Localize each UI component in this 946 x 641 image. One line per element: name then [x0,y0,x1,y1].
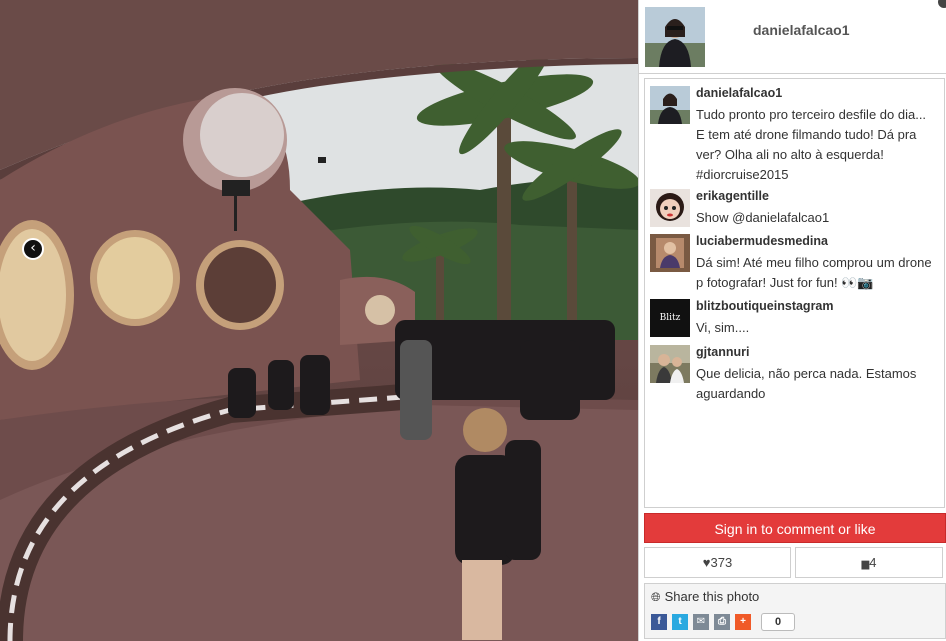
commenter-avatar[interactable]: Blitz [650,299,690,337]
twitter-icon[interactable]: t [672,614,688,630]
share-title-text: Share this photo [664,589,760,604]
comments-button[interactable]: ▆4 [795,547,943,578]
side-panel: danielafalcao1 danielafalcao1 Tudo pront… [638,0,946,641]
comment-item: luciabermudesmedina Dá sim! Até meu filh… [650,234,940,298]
heart-icon: ♥ [702,555,711,570]
photo-viewer: ‹ [0,0,638,641]
comment-item: gjtannuri Que delicia, não perca nada. E… [650,345,940,409]
commenter-avatar[interactable] [650,86,690,124]
facebook-icon[interactable]: f [651,614,667,630]
comment-text: Vi, sim.... [696,320,750,335]
share-count: 0 [761,613,795,631]
signin-button[interactable]: Sign in to comment or like [644,513,946,543]
commenter-avatar[interactable] [650,189,690,227]
commenter-avatar[interactable] [650,234,690,272]
comment-username[interactable]: danielafalcao1 [696,86,782,100]
comments-list: danielafalcao1 Tudo pronto pro terceiro … [644,78,945,508]
comment-text: Show @danielafalcao1 [696,210,830,225]
likes-count: 373 [710,555,733,570]
comment-item: Blitz blitzboutiqueinstagram Vi, sim.... [650,299,940,341]
comment-username[interactable]: blitzboutiqueinstagram [696,299,834,313]
share-title: 🌐︎ Share this photo [651,589,759,605]
comment-username[interactable]: luciabermudesmedina [696,234,828,248]
profile-avatar[interactable] [645,7,705,67]
comment-item: danielafalcao1 Tudo pronto pro terceiro … [650,86,940,186]
share-panel: 🌐︎ Share this photo f t ✉ ⎙ + 0 [644,583,946,639]
comment-item: erikagentille Show @danielafalcao1 [650,189,940,231]
comment-username[interactable]: erikagentille [696,189,769,203]
previous-photo-button[interactable]: ‹ [22,238,44,260]
globe-icon: 🌐︎ [651,590,661,604]
print-icon[interactable]: ⎙ [714,614,730,630]
likes-button[interactable]: ♥373 [644,547,791,578]
comment-text: Tudo pronto pro terceiro desfile do dia.… [696,107,927,182]
comments-count: 4 [869,555,877,570]
comment-text: Dá sim! Até meu filho comprou um drone p… [696,255,932,290]
profile-header: danielafalcao1 [639,0,946,74]
event-photo [0,0,638,641]
comment-text: Que delicia, não perca nada. Estamos agu… [696,366,917,401]
comment-username[interactable]: gjtannuri [696,345,749,359]
email-icon[interactable]: ✉ [693,614,709,630]
profile-username[interactable]: danielafalcao1 [753,22,850,38]
commenter-avatar[interactable] [650,345,690,383]
more-icon[interactable]: + [735,614,751,630]
